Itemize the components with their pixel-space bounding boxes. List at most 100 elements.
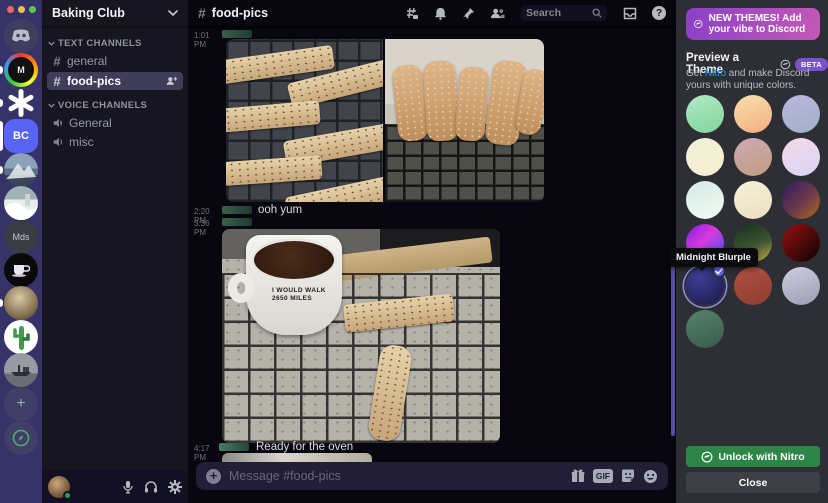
swatch-color — [782, 181, 820, 219]
server-icon-cactus[interactable] — [4, 320, 38, 354]
server-icon-ship-photo[interactable] — [4, 353, 38, 387]
member-list-icon[interactable] — [490, 7, 505, 19]
swatch-color — [686, 138, 724, 176]
theme-swatch-16[interactable] — [686, 310, 724, 348]
add-server-button[interactable]: + — [4, 387, 38, 421]
attachment-image-coffee-and-biscotti[interactable]: I WOULD WALK 2650 MILES — [222, 229, 500, 443]
theme-swatch-9[interactable] — [782, 181, 820, 219]
text-channels-header[interactable]: TEXT CHANNELS — [48, 38, 142, 49]
message-timestamp: 4:17 PM — [194, 444, 220, 462]
new-themes-banner[interactable]: NEW THEMES! Add your vibe to Discord — [686, 8, 820, 40]
theme-swatch-5[interactable] — [734, 138, 772, 176]
close-button[interactable]: Close — [686, 472, 820, 493]
asterisk-icon — [6, 88, 36, 118]
channel-title: food-pics — [212, 6, 268, 20]
swatch-color — [782, 224, 820, 262]
window-zoom-button[interactable] — [29, 6, 36, 13]
attachment-image-partial[interactable] — [222, 453, 372, 462]
swatch-color — [734, 181, 772, 219]
hash-icon: # — [52, 54, 62, 69]
gif-button[interactable]: GIF — [593, 469, 613, 483]
theme-swatch-2[interactable] — [734, 95, 772, 133]
swatch-color — [782, 138, 820, 176]
swatch-color — [782, 267, 820, 305]
swatch-color — [734, 95, 772, 133]
channel-general[interactable]: # general — [47, 52, 183, 70]
invite-member-icon[interactable] — [166, 76, 178, 86]
channel-name: misc — [69, 135, 94, 149]
gift-button[interactable] — [571, 469, 585, 483]
microphone-icon[interactable] — [122, 480, 134, 494]
server-icon-mds[interactable]: Mds — [4, 220, 38, 254]
nitro-subtext: Get Nitro and make Discord yours with un… — [686, 68, 822, 92]
redacted-username — [222, 206, 252, 214]
server-icon-asterisk[interactable] — [4, 86, 38, 120]
server-icon-m-badge[interactable]: M — [4, 53, 38, 87]
nitro-icon — [694, 16, 703, 32]
chevron-down-icon — [168, 10, 178, 16]
mountain-icon — [4, 153, 38, 187]
theme-swatch-14[interactable] — [734, 267, 772, 305]
help-icon[interactable]: ? — [652, 6, 666, 20]
unread-pill — [0, 99, 3, 107]
message-composer[interactable]: + Message #food-pics GIF — [196, 462, 668, 490]
channel-food-pics[interactable]: # food-pics — [47, 72, 183, 90]
theme-preview-panel: NEW THEMES! Add your vibe to Discord Pre… — [676, 0, 828, 503]
server-initials: BC — [13, 130, 29, 142]
voice-channels-header[interactable]: VOICE CHANNELS — [48, 100, 147, 111]
attach-file-button[interactable]: + — [206, 469, 221, 484]
user-avatar[interactable] — [48, 476, 70, 498]
theme-swatch-3[interactable] — [782, 95, 820, 133]
message-text: Ready for the oven — [256, 441, 353, 453]
theme-swatch-8[interactable] — [734, 181, 772, 219]
window-close-button[interactable] — [7, 6, 14, 13]
settings-gear-icon[interactable] — [168, 480, 182, 494]
server-icon-portrait-painting[interactable] — [4, 286, 38, 320]
attachment-image-biscotti-on-rack[interactable] — [385, 39, 544, 202]
channel-name: General — [69, 116, 112, 130]
channel-sidebar: Baking Club TEXT CHANNELS # general # fo… — [42, 0, 188, 503]
threads-icon[interactable] — [405, 7, 419, 20]
theme-swatch-4[interactable] — [686, 138, 724, 176]
notifications-bell-icon[interactable] — [434, 7, 447, 20]
theme-swatch-6[interactable] — [782, 138, 820, 176]
theme-swatch-15[interactable] — [782, 267, 820, 305]
nitro-link[interactable]: Nitro — [705, 68, 726, 79]
nitro-icon — [701, 451, 713, 463]
server-icon-mountain-photo[interactable] — [4, 153, 38, 187]
inbox-icon[interactable] — [623, 7, 637, 20]
server-icon-teacup[interactable] — [4, 253, 38, 287]
swatch-color — [734, 138, 772, 176]
speaker-icon — [52, 136, 64, 148]
banner-text: NEW THEMES! Add your vibe to Discord — [709, 13, 812, 35]
m-badge-inner: M — [8, 57, 34, 83]
section-title: TEXT CHANNELS — [58, 38, 142, 49]
explore-servers-button[interactable] — [4, 421, 38, 455]
voice-channel-misc[interactable]: misc — [47, 133, 183, 151]
sticker-button[interactable] — [621, 469, 635, 483]
selected-server-pill — [0, 121, 3, 151]
unlock-with-nitro-button[interactable]: Unlock with Nitro — [686, 446, 820, 467]
theme-swatch-12[interactable] — [782, 224, 820, 262]
section-title: VOICE CHANNELS — [58, 100, 147, 111]
swatch-color — [782, 95, 820, 133]
search-input[interactable]: Search — [521, 5, 607, 21]
discord-home-button[interactable] — [4, 19, 38, 53]
ship-icon — [9, 363, 33, 377]
window-minimize-button[interactable] — [18, 6, 25, 13]
server-icon-baking-club[interactable]: BC — [4, 119, 38, 153]
theme-swatch-midnight-blurple[interactable] — [686, 267, 724, 305]
voice-channel-general[interactable]: General — [47, 114, 183, 132]
chat-scrollbar[interactable] — [671, 266, 675, 436]
server-header[interactable]: Baking Club — [42, 0, 188, 27]
theme-swatch-7[interactable] — [686, 181, 724, 219]
emoji-button[interactable] — [643, 469, 658, 484]
theme-swatch-1[interactable] — [686, 95, 724, 133]
attachment-image-glazed-biscotti[interactable] — [226, 39, 383, 202]
headphones-icon[interactable] — [144, 480, 158, 493]
pinned-messages-icon[interactable] — [462, 7, 475, 20]
message-timestamp: 3:36 PM — [194, 219, 220, 237]
unread-pill — [0, 299, 3, 307]
server-icon-lake-photo[interactable] — [4, 186, 38, 220]
close-label: Close — [739, 477, 768, 489]
